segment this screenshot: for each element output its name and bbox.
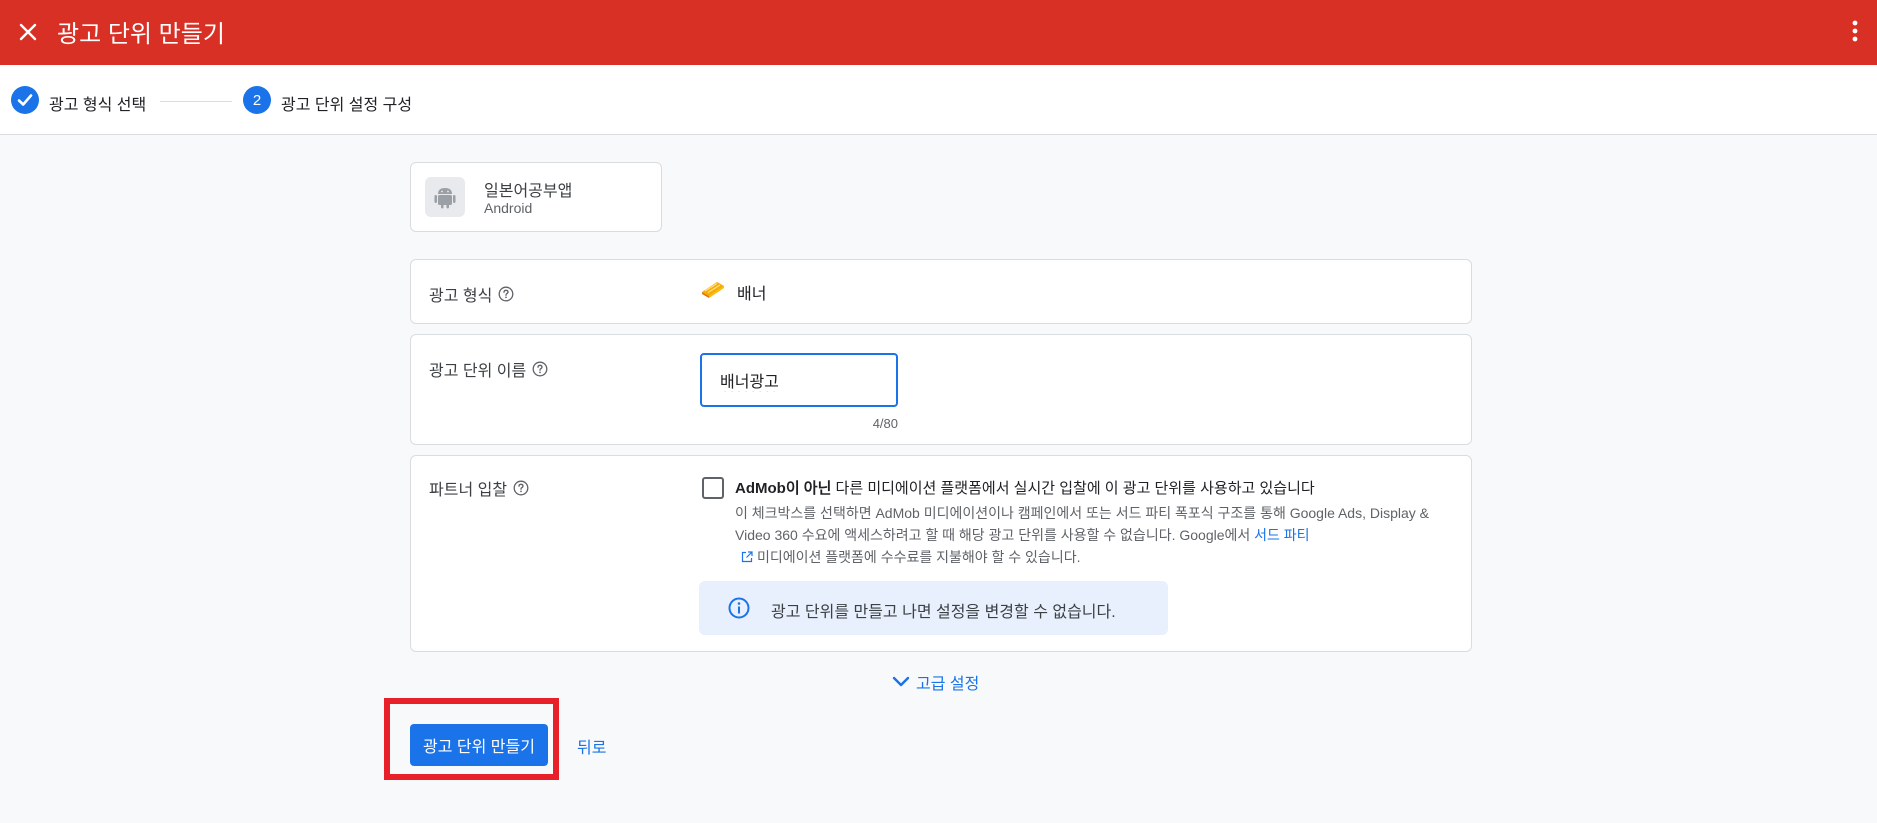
ad-unit-name-input[interactable] [700,353,898,407]
char-counter: 4/80 [872,416,898,431]
ad-unit-name-label: 광고 단위 이름 [429,363,527,380]
info-notice: 광고 단위를 만들고 나면 설정을 변경할 수 없습니다. [699,581,1168,635]
banner-icon [699,278,727,305]
ad-format-card: 광고 형식 배너 [410,259,1472,324]
info-icon [728,597,750,619]
ad-unit-name-card: 광고 단위 이름 4/80 [410,334,1472,445]
partner-bidding-label: 파트너 입찰 [429,482,508,499]
more-vert-icon [1852,20,1858,42]
help-icon[interactable] [498,286,514,302]
chevron-down-icon [892,676,910,687]
external-link-icon[interactable] [741,551,753,563]
back-button[interactable]: 뒤로 [577,734,606,758]
help-icon[interactable] [513,480,529,496]
step-1-label[interactable]: 광고 형식 선택 [49,91,146,115]
ad-unit-name-label-row: 광고 단위 이름 [429,357,548,381]
info-text: 광고 단위를 만들고 나면 설정을 변경할 수 없습니다. [771,604,1116,621]
partner-bidding-description: 이 체크박스를 선택하면 AdMob 미디에이션이나 캠페인에서 또는 서드 파… [735,502,1455,568]
partner-bidding-title[interactable]: AdMob이 아닌 다른 미디에이션 플랫폼에서 실시간 입찰에 이 광고 단위… [735,477,1435,498]
partner-bidding-title-bold: AdMob이 아닌 [735,480,832,497]
step-connector [160,101,232,102]
help-icon[interactable] [532,361,548,377]
step-2-number: 2 [243,86,271,114]
stepper: 광고 형식 선택 2 광고 단위 설정 구성 [0,65,1877,135]
advanced-settings-label: 고급 설정 [916,676,980,693]
ad-format-label: 광고 형식 [429,288,493,305]
third-party-link[interactable]: 서드 파티 [1254,527,1309,543]
android-icon [425,177,465,217]
ad-format-label-row: 광고 형식 [429,282,514,306]
app-card: 일본어공부앱 Android [410,162,662,232]
page-title: 광고 단위 만들기 [57,21,225,48]
description-text-2: 미디에이션 플랫폼에 수수료를 지불해야 할 수 있습니다. [757,549,1081,565]
partner-bidding-card: 파트너 입찰 AdMob이 아닌 다른 미디에이션 플랫폼에서 실시간 입찰에 … [410,455,1472,652]
close-button[interactable] [13,17,43,47]
create-ad-unit-button[interactable]: 광고 단위 만들기 [410,724,548,766]
step-2-label: 광고 단위 설정 구성 [281,97,413,114]
step-completed-check-icon [11,86,39,114]
description-text-1: 이 체크박스를 선택하면 AdMob 미디에이션이나 캠페인에서 또는 서드 파… [735,505,1430,543]
ad-format-value: 배너 [699,278,766,305]
more-options-button[interactable] [1843,15,1867,47]
partner-bidding-label-row: 파트너 입찰 [429,476,529,500]
advanced-settings-toggle[interactable]: 고급 설정 [892,670,979,694]
partner-bidding-title-rest: 다른 미디에이션 플랫폼에서 실시간 입찰에 이 광고 단위를 사용하고 있습니… [831,480,1315,497]
app-name: 일본어공부앱 [484,183,573,200]
ad-format-text: 배너 [737,285,767,303]
top-app-bar: 광고 단위 만들기 [0,0,1877,65]
close-icon [19,23,37,41]
app-platform: Android [484,200,533,216]
partner-bidding-checkbox[interactable] [702,477,724,499]
